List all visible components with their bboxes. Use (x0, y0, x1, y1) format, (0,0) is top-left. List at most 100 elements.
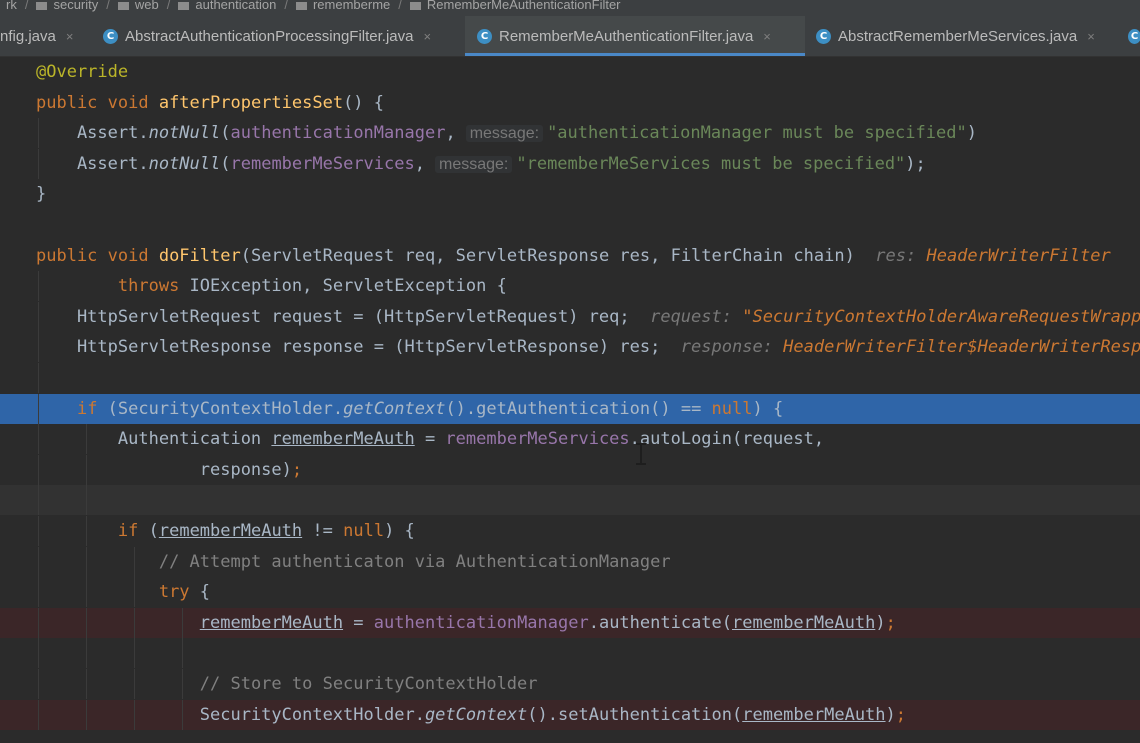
code-token: rememberMeAuth (732, 612, 876, 633)
breadcrumb-separator: / (166, 0, 171, 12)
code-line[interactable]: public void afterPropertiesSet() { (0, 88, 1140, 118)
code-line[interactable]: } (0, 179, 1140, 209)
tab-abstract-authentication-processing-filter[interactable]: C AbstractAuthenticationProcessingFilter… (103, 16, 458, 56)
debug-inline-value: HeaderWriterFilter$HeaderWriterResponse (783, 337, 1140, 358)
tab-remember-me-authentication-filter[interactable]: C RememberMeAuthenticationFilter.java × (465, 16, 805, 56)
parameter-hint: message: (465, 125, 544, 143)
close-icon[interactable]: × (1087, 29, 1095, 44)
code-token: = (343, 612, 374, 633)
folder-icon (295, 1, 307, 10)
code-token: getContext (343, 398, 446, 419)
breadcrumb-item[interactable]: rk (6, 0, 17, 11)
code-text: public void afterPropertiesSet() { (36, 88, 384, 118)
indent-guide (38, 363, 39, 393)
code-line[interactable]: Assert.notNull(rememberMeServices, messag… (0, 148, 1140, 180)
breadcrumb-item[interactable]: rememberme (313, 0, 390, 11)
tab-label: AbstractRememberMeServices.java (838, 27, 1078, 45)
indent-guide (86, 638, 87, 669)
code-text: Authentication rememberMeAuth = remember… (36, 424, 824, 454)
tab-abstract-remember-me-services[interactable]: C AbstractRememberMeServices.java × (816, 16, 1116, 56)
close-icon[interactable]: × (423, 29, 431, 44)
code-editor[interactable]: @Override public void afterPropertiesSet(… (0, 57, 1140, 743)
debug-inline-value: HeaderWriterFilter (926, 245, 1111, 266)
code-token: = (414, 429, 446, 450)
indent-guide (134, 638, 135, 669)
code-token: ( (220, 123, 231, 144)
code-line[interactable]: HttpServletRequest request = (HttpServle… (0, 301, 1140, 332)
code-text: // Attempt authenticaton via Authenticat… (36, 547, 671, 577)
code-token: response) (36, 459, 292, 480)
code-line[interactable] (0, 485, 1140, 516)
code-line[interactable]: Authentication rememberMeAuth = remember… (0, 424, 1140, 455)
code-line[interactable]: throws IOException, ServletException { (0, 271, 1140, 302)
breadcrumb-separator: / (284, 0, 288, 12)
code-text: SecurityContextHolder.getContext().setAu… (36, 700, 906, 730)
code-token: rememberMeServices (445, 429, 630, 450)
code-token: @Override (36, 62, 129, 82)
breadcrumb-separator: / (24, 0, 29, 12)
code-token: ; (291, 459, 303, 480)
folder-icon (178, 1, 190, 10)
code-line[interactable] (0, 210, 1140, 240)
code-token: authenticationManager (230, 123, 446, 144)
indent-guide (38, 485, 39, 516)
breakpoint-line[interactable]: SecurityContextHolder.getContext().setAu… (0, 699, 1140, 730)
code-token: // Attempt authenticaton via Authenticat… (158, 551, 671, 572)
code-token: throws (117, 276, 190, 297)
code-line[interactable]: Assert.notNull(authenticationManager, mes… (0, 118, 1140, 149)
code-line[interactable] (0, 363, 1140, 393)
code-token: HttpServletResponse response = (HttpServ… (36, 337, 681, 358)
code-token: ); (905, 153, 926, 174)
code-line[interactable]: try { (0, 577, 1140, 608)
code-text: Assert.notNull(rememberMeServices, messag… (36, 149, 926, 180)
code-token: != (302, 521, 344, 541)
code-line[interactable]: public void doFilter(ServletRequest req,… (0, 241, 1140, 271)
code-token: Assert. (36, 153, 149, 174)
breadcrumb-item[interactable]: authentication (195, 0, 276, 11)
breadcrumb-separator: / (106, 0, 110, 12)
close-icon[interactable]: × (66, 29, 74, 44)
debug-inline-value: response: (680, 337, 784, 358)
tab-label: AbstractAuthenticationProcessingFilter.j… (125, 27, 414, 45)
code-token: ().getAuthentication() == (445, 398, 712, 419)
indent-guide (182, 638, 183, 669)
current-execution-line[interactable]: if (SecurityContextHolder.getContext().g… (0, 393, 1140, 424)
code-line[interactable]: @Override (0, 57, 1140, 87)
code-line[interactable]: response); (0, 454, 1140, 485)
code-token: ) { (752, 398, 784, 419)
active-tab-indicator (465, 53, 805, 56)
code-token: rememberMeServices (230, 153, 415, 174)
breadcrumb-item[interactable]: web (135, 0, 159, 11)
close-icon[interactable]: × (763, 29, 771, 44)
code-token: ; (895, 704, 907, 725)
text-cursor-icon (636, 443, 646, 465)
code-line[interactable]: // Attempt authenticaton via Authenticat… (0, 546, 1140, 577)
tab-config[interactable]: nfig.java × (0, 16, 92, 56)
folder-icon (409, 1, 421, 10)
code-token: public void (36, 245, 159, 266)
code-token: Authentication (36, 429, 272, 450)
folder-icon (117, 1, 129, 10)
code-line[interactable] (0, 638, 1140, 669)
tab-overflow[interactable]: C (1128, 16, 1140, 56)
code-text: try { (36, 577, 210, 607)
code-token: , (414, 153, 425, 174)
code-line[interactable]: HttpServletResponse response = (HttpServ… (0, 332, 1140, 363)
code-token: getContext (424, 704, 528, 725)
breadcrumb-item[interactable]: security (53, 0, 98, 11)
code-token: null (343, 521, 385, 541)
breadcrumb-separator: / (398, 0, 402, 12)
code-line[interactable]: if (rememberMeAuth != null) { (0, 516, 1140, 546)
code-text: throws IOException, ServletException { (36, 271, 507, 301)
breadcrumb-item[interactable]: RememberMeAuthenticationFilter (427, 0, 621, 11)
code-token: notNull (148, 123, 221, 144)
code-line[interactable]: // Store to SecurityContextHolder (0, 669, 1140, 699)
code-text: @Override (36, 57, 128, 87)
code-token: ) (885, 704, 896, 725)
code-text: rememberMeAuth = authenticationManager.a… (36, 608, 896, 638)
breakpoint-line[interactable]: rememberMeAuth = authenticationManager.a… (0, 607, 1140, 638)
code-token: () { (343, 92, 385, 113)
